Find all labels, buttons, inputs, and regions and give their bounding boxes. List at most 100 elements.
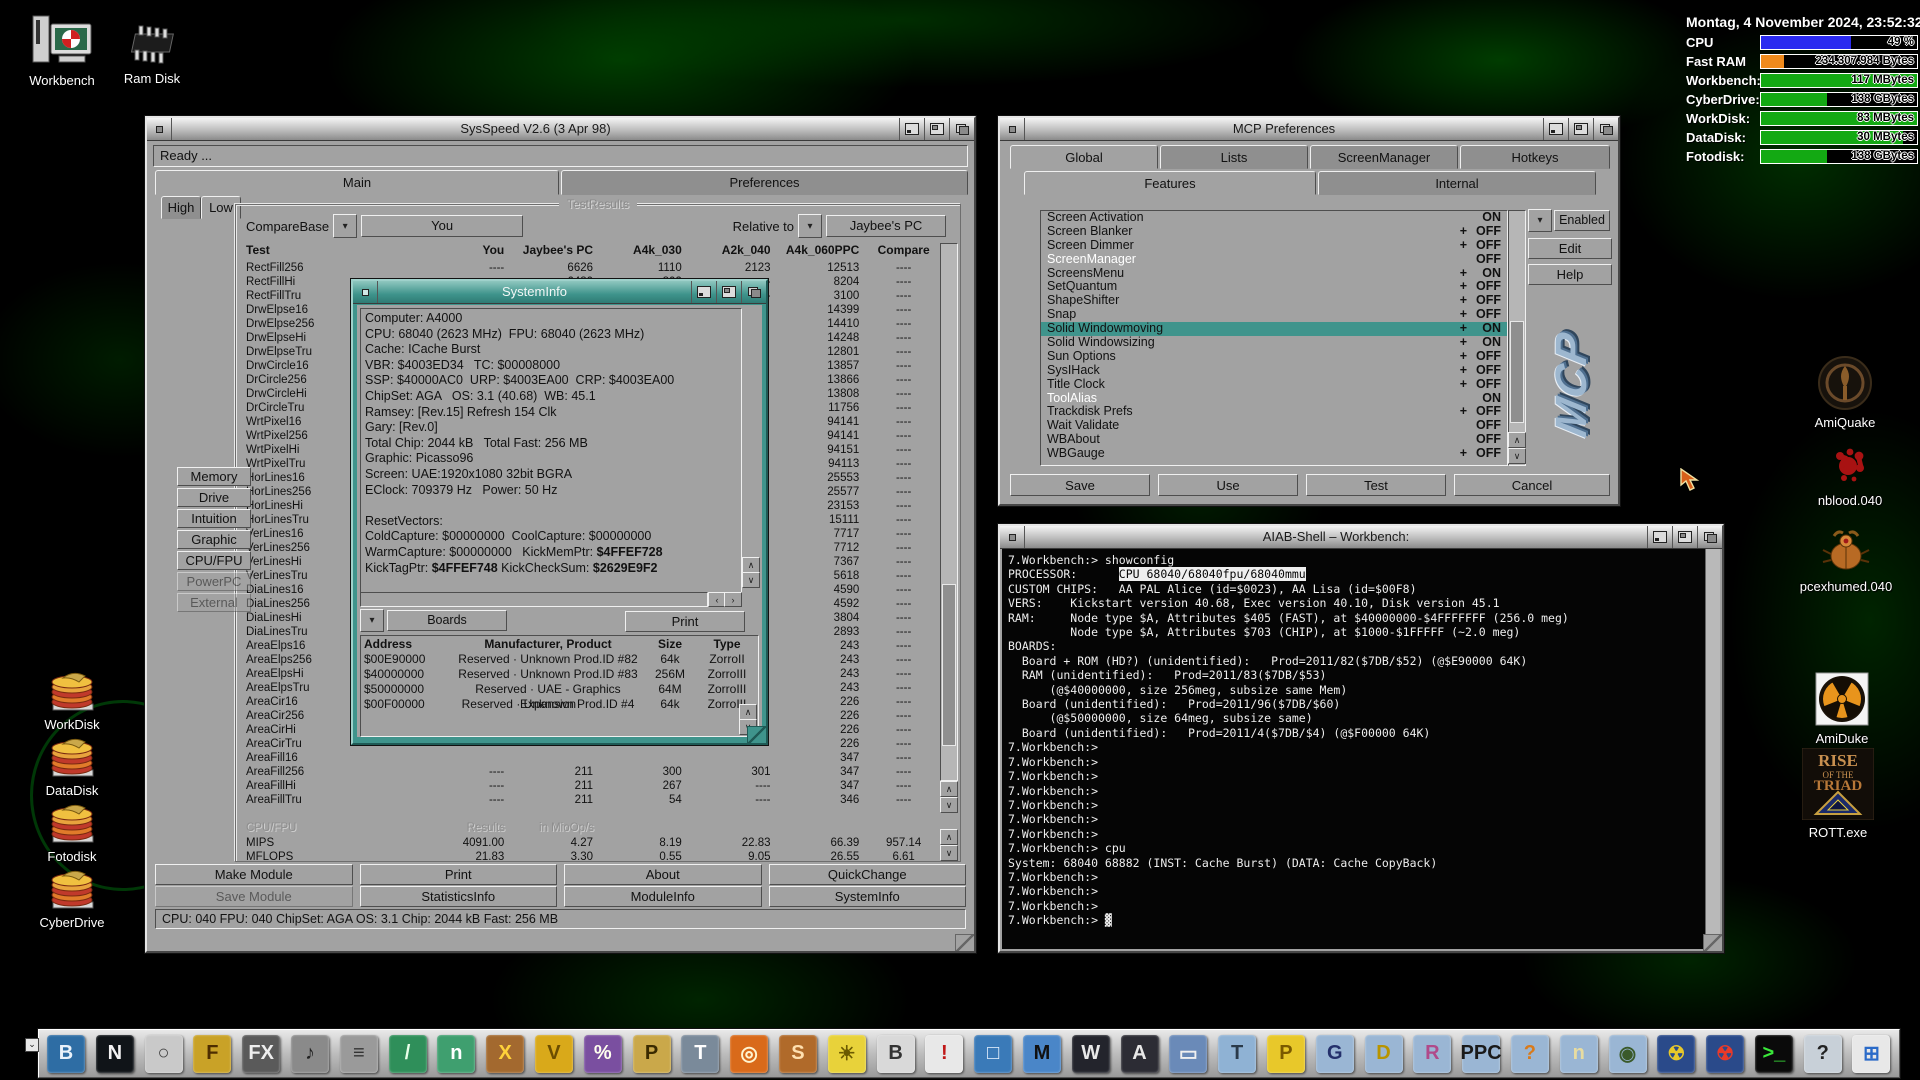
board-row[interactable]: $00E90000 Reserved · Unknown Prod.ID #82…	[361, 652, 758, 667]
category-button[interactable]: Memory	[177, 467, 251, 486]
feature-item[interactable]: ShapeShifter + OFF	[1041, 294, 1507, 308]
feature-item[interactable]: Sun Options + OFF	[1041, 350, 1507, 364]
sysspeed-titlebar[interactable]: SysSpeed V2.6 (3 Apr 98)	[147, 118, 974, 141]
feature-item[interactable]: ScreenManager OFF	[1041, 253, 1507, 267]
desktop-icon-ram-disk[interactable]: Ram Disk	[112, 24, 192, 86]
action-button[interactable]: SystemInfo	[769, 886, 967, 907]
dock-icon-cabinet-eye[interactable]: ◉	[1609, 1035, 1647, 1073]
results-scrollbar[interactable]	[940, 243, 958, 781]
iconify-gadget[interactable]	[691, 281, 716, 303]
cancel-button[interactable]: Cancel	[1454, 474, 1610, 496]
close-gadget[interactable]	[353, 281, 378, 303]
dock-icon-cabinet-ghost[interactable]: G	[1316, 1035, 1354, 1073]
tab-preferences[interactable]: Preferences	[561, 170, 968, 195]
boards-popup-icon[interactable]: ▾	[360, 609, 384, 632]
feature-item[interactable]: Title Clock + OFF	[1041, 378, 1507, 392]
dock-icon-pie-chart[interactable]: %	[584, 1035, 622, 1073]
dock-icon-fan-wheel-3d[interactable]: ☢	[1706, 1035, 1744, 1073]
feature-item[interactable]: Trackdisk Prefs + OFF	[1041, 405, 1507, 419]
tab-main[interactable]: Main	[155, 170, 559, 195]
feature-item[interactable]: Snap + OFF	[1041, 308, 1507, 322]
scroll-up-arrow[interactable]: ∧	[739, 704, 757, 720]
tab-high[interactable]: High	[161, 196, 201, 219]
save-button[interactable]: Save	[1010, 474, 1150, 496]
desktop-icon-workbench[interactable]: Workbench	[22, 12, 102, 88]
help-button[interactable]: Help	[1528, 264, 1612, 285]
dock-icon-search[interactable]: ○	[145, 1035, 183, 1073]
dock-icon-maxon-040[interactable]: M	[1023, 1035, 1061, 1073]
iconify-gadget[interactable]	[899, 118, 924, 140]
depth-gadget[interactable]	[1697, 526, 1722, 548]
relative-to-popup-icon[interactable]: ▾	[798, 214, 822, 238]
dock-icon-blueprint[interactable]: □	[974, 1035, 1012, 1073]
dock-icon-stereo[interactable]: ≡	[340, 1035, 378, 1073]
edit-button[interactable]: Edit	[1528, 238, 1612, 259]
action-button[interactable]: StatisticsInfo	[360, 886, 558, 907]
close-gadget[interactable]	[147, 118, 172, 140]
feature-item[interactable]: ToolAlias ON	[1041, 392, 1507, 406]
close-gadget[interactable]	[1000, 118, 1025, 140]
tab-screenmanager[interactable]: ScreenManager	[1310, 145, 1458, 169]
feature-item[interactable]: Screen Activation ON	[1041, 211, 1507, 225]
action-button[interactable]: Print	[360, 864, 558, 885]
feature-item[interactable]: Screen Blanker + OFF	[1041, 225, 1507, 239]
desktop-icon-cyberdrive[interactable]: CyberDrive	[30, 866, 114, 930]
scroll-down-arrow[interactable]: ∨	[940, 797, 958, 813]
desktop-icon-workdisk[interactable]: WorkDisk	[30, 668, 114, 732]
feature-item[interactable]: WBAbout OFF	[1041, 433, 1507, 447]
dock-icon-flashlight[interactable]: /	[389, 1035, 427, 1073]
dock-icon-cabinet-duck[interactable]: D	[1365, 1035, 1403, 1073]
dock-icon-floppy-windows[interactable]: W	[1072, 1035, 1110, 1073]
desktop-icon-amiduke[interactable]: AmiDuke	[1792, 672, 1892, 746]
resize-gadget[interactable]	[955, 934, 974, 951]
dock-icon-package-x[interactable]: X	[486, 1035, 524, 1073]
scroll-right-arrow[interactable]: ›	[724, 592, 742, 607]
iconify-gadget[interactable]	[1543, 118, 1568, 140]
depth-gadget[interactable]	[741, 281, 766, 303]
tab-internal[interactable]: Internal	[1318, 171, 1596, 195]
depth-gadget[interactable]	[949, 118, 974, 140]
relative-to-select[interactable]: Jaybee's PC	[826, 215, 946, 237]
dock-icon-film-roll[interactable]: F	[193, 1035, 231, 1073]
dock-handle[interactable]: ⌄	[25, 1038, 39, 1052]
cpu-scroll-up-arrow[interactable]: ∧	[940, 829, 958, 845]
dock-icon-idea-bulb[interactable]: ☀	[828, 1035, 866, 1073]
desktop-icon-amiquake[interactable]: AmiQuake	[1790, 356, 1900, 430]
dock-icon-gold-v[interactable]: V	[535, 1035, 573, 1073]
shell-scrollbar[interactable]	[1705, 549, 1720, 949]
features-scrollbar-thumb[interactable]	[1510, 321, 1524, 423]
dock-icon-movie-fx[interactable]: FX	[242, 1035, 280, 1073]
dock-icon-fan-wheel[interactable]: ☢	[1657, 1035, 1695, 1073]
print-button[interactable]: Print	[625, 611, 745, 632]
action-button[interactable]: QuickChange	[769, 864, 967, 885]
features-scrollbar[interactable]	[1508, 210, 1526, 466]
desktop-icon-rott[interactable]: RISE OF THE TRIAD ROTT.exe	[1788, 748, 1888, 840]
scroll-down-arrow[interactable]: ∨	[742, 572, 760, 588]
desktop-icon-pcexhumed[interactable]: pcexhumed.040	[1786, 528, 1906, 594]
horizontal-scrollbar[interactable]	[360, 592, 708, 607]
systeminfo-titlebar[interactable]: SystemInfo	[353, 281, 766, 304]
dock-icon-burn-cd[interactable]: ◎	[730, 1035, 768, 1073]
dock-icon-cabinet-note[interactable]: n	[1560, 1035, 1598, 1073]
board-row[interactable]: $40000000 Reserved · Unknown Prod.ID #83…	[361, 667, 758, 682]
use-button[interactable]: Use	[1158, 474, 1298, 496]
test-button[interactable]: Test	[1306, 474, 1446, 496]
dock-icon-powerpc-clock[interactable]: P	[633, 1035, 671, 1073]
dock-icon-floppy-apple[interactable]: A	[1121, 1035, 1159, 1073]
zoom-gadget[interactable]	[1568, 118, 1593, 140]
mcp-titlebar[interactable]: MCP Preferences	[1000, 118, 1618, 141]
scroll-up-arrow[interactable]: ∧	[742, 557, 760, 573]
feature-item[interactable]: WBGauge + OFF	[1041, 447, 1507, 461]
tab-features[interactable]: Features	[1024, 171, 1316, 195]
dock-icon-copper-disks[interactable]: S	[779, 1035, 817, 1073]
category-button[interactable]: Intuition	[177, 509, 251, 528]
category-button[interactable]: CPU/FPU	[177, 551, 251, 570]
dock-icon-monitor-help[interactable]: ?	[1804, 1035, 1842, 1073]
shell-console[interactable]: 7.Workbench:> showconfigPROCESSOR: CPU 6…	[1002, 549, 1706, 949]
desktop-icon-nblood[interactable]: nblood.040	[1800, 446, 1900, 508]
cpu-scroll-down-arrow[interactable]: ∨	[940, 845, 958, 861]
dock-icon-netscape[interactable]: N	[96, 1035, 134, 1073]
category-button[interactable]: Graphic	[177, 530, 251, 549]
feature-item[interactable]: SetQuantum + OFF	[1041, 280, 1507, 294]
action-button[interactable]: Save Module	[155, 886, 353, 907]
